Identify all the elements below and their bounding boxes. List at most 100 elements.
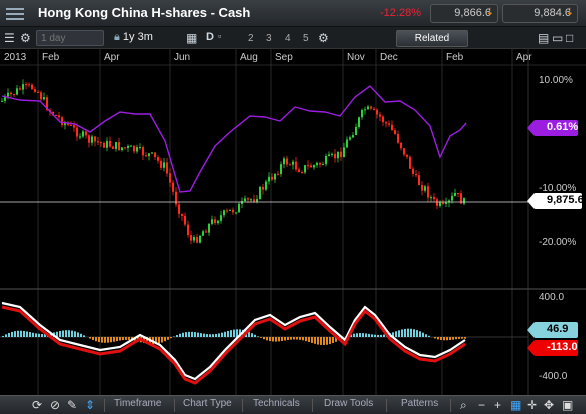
candle-body (121, 147, 123, 151)
x-axis-label: Jun (174, 52, 191, 63)
macd-histogram-bar (170, 337, 172, 339)
candle-body (211, 219, 213, 224)
interval-input[interactable] (36, 30, 104, 46)
macd-histogram-bar (161, 337, 163, 343)
candle-body (442, 202, 444, 204)
candle-body (286, 158, 288, 165)
down-arrow-icon: ⇣ (565, 7, 574, 18)
candle-body (379, 114, 381, 117)
camera-icon[interactable]: ▣ (562, 398, 573, 412)
move-icon[interactable]: ✥ (544, 398, 554, 412)
minimize-icon[interactable]: ▭ (552, 31, 563, 45)
macd-histogram-bar (377, 334, 379, 337)
macd-histogram-bar (188, 331, 190, 337)
macd-histogram-bar (422, 332, 424, 337)
candle-body (91, 136, 93, 143)
macd-histogram-bar (308, 337, 310, 343)
settings-gear-icon[interactable]: ⚙ (318, 31, 329, 45)
macd-histogram-bar (383, 334, 385, 337)
candle-body (223, 210, 225, 216)
candle-body (367, 106, 369, 110)
macd-histogram-bar (176, 335, 178, 337)
candle-body (430, 197, 432, 199)
chart-toolbar: ☰ ⚙ 🔒︎ 1y 3m ▦ D ▫ 2 3 4 5 ⚙ Related ▤ ▭… (0, 27, 586, 49)
candle-body (253, 199, 255, 202)
tab-technicals[interactable]: Technicals (253, 398, 300, 409)
period-selector[interactable]: 🔒︎ 1y 3m (114, 31, 153, 44)
candle-body (61, 117, 63, 126)
macd-histogram-bar (404, 328, 406, 337)
candle-body (391, 124, 393, 131)
candle-body (412, 168, 414, 174)
fit-icon[interactable]: ▦ (510, 398, 521, 412)
macd-indicator (1, 301, 466, 385)
period-mode[interactable]: D (206, 31, 214, 43)
refresh-icon[interactable]: ⟳ (32, 398, 42, 412)
zoom-out-icon[interactable]: − (478, 398, 485, 412)
macd-histogram-bar (323, 337, 325, 346)
zoom-2[interactable]: 2 (248, 33, 254, 44)
candle-body (247, 198, 249, 200)
candle-body (313, 165, 315, 168)
candle-body (115, 142, 117, 149)
zoom-icon[interactable]: ▫ (218, 31, 221, 41)
macd-histogram-bar (233, 329, 235, 337)
pencil-icon[interactable]: ✎ (67, 398, 77, 412)
macd-histogram-bar (71, 330, 73, 337)
sell-price-button[interactable]: 9,866.6 ⇣ (430, 4, 498, 23)
x-axis-label: Feb (42, 52, 60, 63)
macd-histogram-bar (38, 333, 40, 337)
tab-draw-tools[interactable]: Draw Tools (324, 398, 373, 409)
x-axis-label: Sep (275, 52, 293, 63)
candle-body (169, 173, 171, 183)
macd-histogram-bar (362, 333, 364, 337)
candle-body (463, 198, 465, 204)
menu-icon[interactable] (6, 5, 24, 21)
candle-body (118, 142, 120, 151)
candle-body (250, 199, 252, 201)
zoom-5[interactable]: 5 (303, 33, 309, 44)
calendar-icon[interactable]: ▦ (186, 31, 197, 45)
y-label-neg20pct: -20.00% (539, 237, 577, 248)
candle-body (181, 213, 183, 216)
macd-histogram-bar (227, 330, 229, 337)
tab-timeframe[interactable]: Timeframe (114, 398, 161, 409)
macd-histogram-bar (200, 333, 202, 337)
maximize-icon[interactable]: □ (566, 31, 573, 45)
macd-histogram-bar (182, 332, 184, 337)
macd-histogram-bar (353, 333, 355, 337)
zoom-4[interactable]: 4 (285, 33, 291, 44)
candle-body (421, 185, 423, 191)
candlestick-series (1, 79, 465, 245)
candle-body (307, 165, 309, 167)
no-entry-icon[interactable]: ⊘ (50, 398, 60, 412)
candle-body (244, 198, 246, 202)
macd-histogram-bar (35, 333, 37, 337)
crosshair-icon[interactable]: ✛ (527, 398, 537, 412)
macd-histogram-bar (437, 337, 439, 340)
macd-line (1, 305, 466, 385)
gear-icon[interactable]: ⚙ (20, 31, 31, 45)
candle-body (400, 142, 402, 149)
candle-body (70, 124, 72, 126)
macd-histogram-bar (440, 337, 442, 340)
search-icon[interactable]: ⌕ (460, 398, 467, 413)
layout-list-icon[interactable]: ▤ (538, 31, 549, 45)
tab-patterns[interactable]: Patterns (401, 398, 438, 409)
chart-canvas[interactable] (0, 49, 586, 395)
candle-body (433, 197, 435, 200)
x-axis-label: Dec (380, 52, 398, 63)
zoom-in-icon[interactable]: + (494, 398, 501, 412)
candle-body (10, 92, 12, 95)
y-label-10pct: 10.00% (539, 75, 573, 86)
stepper-icon[interactable]: ⇕ (85, 398, 95, 412)
macd-histogram-bar (158, 337, 160, 344)
candle-body (361, 109, 363, 118)
related-button[interactable]: Related (396, 30, 468, 47)
bottom-toolbar: ⟳ ⊘ ✎ ⇕ Timeframe Chart Type Technicals … (0, 395, 586, 414)
list-icon[interactable]: ☰ (4, 31, 15, 45)
tab-chart-type[interactable]: Chart Type (183, 398, 232, 409)
zoom-3[interactable]: 3 (266, 33, 272, 44)
x-axis-label: Apr (516, 52, 532, 63)
buy-price-button[interactable]: 9,884.6 ⇣ (502, 4, 578, 23)
